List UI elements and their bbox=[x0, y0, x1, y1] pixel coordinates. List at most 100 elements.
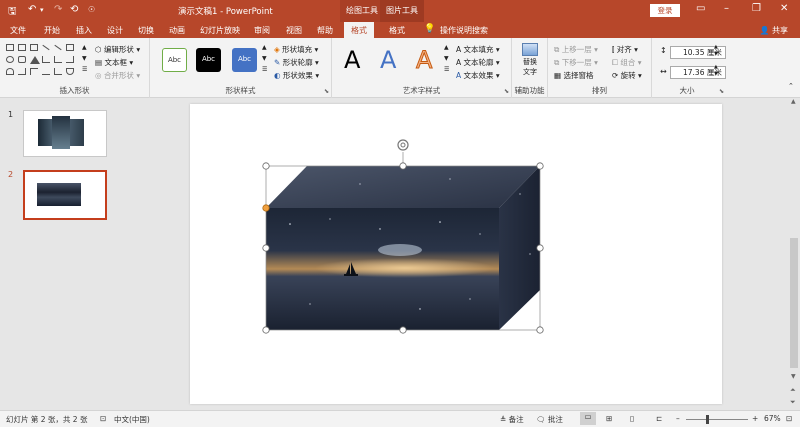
wordart-scroll-down-icon[interactable]: ▼ bbox=[444, 55, 449, 62]
gallery-scroll-down-icon[interactable]: ▼ bbox=[82, 55, 87, 62]
edit-shape-button[interactable]: ⬡ 编辑形状 ▾ bbox=[95, 44, 140, 55]
merge-shapes-button[interactable]: ◎ 合并形状 ▾ bbox=[95, 70, 140, 81]
shape-underline[interactable] bbox=[42, 68, 50, 75]
customize-qat-icon[interactable]: ☉ bbox=[88, 5, 95, 14]
adjust-handle[interactable] bbox=[262, 204, 270, 212]
shape-rectangle[interactable] bbox=[6, 44, 14, 51]
shape-rounded-rect[interactable] bbox=[18, 56, 26, 63]
shape-textbox[interactable] bbox=[18, 44, 26, 51]
vertical-scrollbar[interactable]: ▲ ▼ ⏶ ⏷ bbox=[788, 98, 800, 410]
tab-insert[interactable]: 插入 bbox=[76, 25, 92, 36]
shape-connector[interactable] bbox=[66, 56, 74, 63]
group-objects-button[interactable]: ⧠ 组合 ▾ bbox=[612, 57, 642, 68]
wordart-style-blue[interactable]: A bbox=[380, 46, 396, 74]
share-button[interactable]: 👤 共享 bbox=[759, 25, 788, 36]
text-fill-button[interactable]: A 文本填充 ▾ bbox=[456, 44, 500, 55]
align-button[interactable]: ⫿ 对齐 ▾ bbox=[612, 44, 638, 55]
shape-elbow2[interactable] bbox=[54, 68, 62, 75]
save-icon[interactable]: 🖫 bbox=[8, 4, 17, 21]
style-scroll-down-icon[interactable]: ▼ bbox=[262, 55, 267, 62]
slide-thumbnail-1[interactable] bbox=[23, 110, 107, 157]
tab-review[interactable]: 审阅 bbox=[254, 25, 270, 36]
tab-transitions[interactable]: 切换 bbox=[138, 25, 154, 36]
size-launcher-icon[interactable]: ⬊ bbox=[719, 88, 724, 95]
collapse-ribbon-icon[interactable]: ⌃ bbox=[788, 82, 794, 90]
send-backward-button[interactable]: ⧉ 下移一层 ▾ bbox=[554, 57, 598, 68]
tab-help[interactable]: 帮助 bbox=[317, 25, 333, 36]
shape-effects-button[interactable]: ◐ 形状效果 ▾ bbox=[274, 70, 319, 81]
width-up-icon[interactable]: ▲ bbox=[714, 64, 718, 70]
close-icon[interactable]: ✕ bbox=[780, 3, 788, 14]
zoom-slider-thumb[interactable] bbox=[706, 415, 709, 424]
tab-slideshow[interactable]: 幻灯片放映 bbox=[200, 25, 240, 36]
wordart-style-orange[interactable]: A bbox=[415, 46, 432, 75]
notes-button[interactable]: ≜ 备注 bbox=[500, 414, 524, 425]
gallery-scroll-up-icon[interactable]: ▲ bbox=[82, 44, 87, 51]
ribbon-display-icon[interactable]: ▭ bbox=[696, 3, 705, 14]
zoom-in-icon[interactable]: + bbox=[752, 414, 758, 423]
spellcheck-icon[interactable]: ⊡ bbox=[100, 414, 106, 423]
style-scroll-up-icon[interactable]: ▲ bbox=[262, 44, 267, 51]
login-button[interactable]: 登录 bbox=[650, 4, 680, 17]
height-down-icon[interactable]: ▼ bbox=[714, 51, 718, 57]
tab-drawing-format[interactable]: 格式 bbox=[344, 22, 374, 38]
tab-design[interactable]: 设计 bbox=[107, 25, 123, 36]
tab-animations[interactable]: 动画 bbox=[169, 25, 185, 36]
shape-square[interactable] bbox=[66, 44, 74, 51]
zoom-level[interactable]: 67% bbox=[764, 414, 781, 423]
shape-fill-button[interactable]: ◈ 形状填充 ▾ bbox=[274, 44, 318, 55]
shape-style-blue[interactable]: Abc bbox=[232, 48, 257, 72]
gallery-more-icon[interactable]: ☰ bbox=[82, 66, 87, 73]
selection-pane-button[interactable]: ▦ 选择窗格 bbox=[554, 70, 593, 81]
undo-icon[interactable]: ↶ bbox=[28, 4, 36, 15]
wordart-style-black[interactable]: A bbox=[344, 46, 360, 74]
undo-dropdown-icon[interactable]: ▾ bbox=[40, 6, 44, 14]
textbox-button[interactable]: ▤ 文本框 ▾ bbox=[95, 57, 133, 68]
shape-bracket[interactable] bbox=[18, 68, 26, 75]
zoom-out-icon[interactable]: – bbox=[676, 414, 680, 423]
slide-sorter-icon[interactable]: ⊞ bbox=[606, 414, 612, 423]
wordart-more-icon[interactable]: ☰ bbox=[444, 66, 449, 73]
shape-style-black[interactable]: Abc bbox=[196, 48, 221, 72]
shape-line[interactable] bbox=[42, 44, 50, 51]
language-indicator[interactable]: 中文(中国) bbox=[114, 414, 150, 425]
scroll-up-icon[interactable]: ▲ bbox=[791, 98, 796, 105]
shapes-gallery[interactable] bbox=[6, 44, 86, 80]
slideshow-icon[interactable]: ⊏ bbox=[656, 414, 662, 423]
tell-me-search[interactable]: 操作说明搜索 bbox=[440, 25, 488, 36]
shape-styles-launcher-icon[interactable]: ⬊ bbox=[324, 88, 329, 95]
tab-picture-format[interactable]: 格式 bbox=[389, 25, 405, 36]
shape-triangle[interactable] bbox=[30, 56, 40, 64]
shape-elbow[interactable] bbox=[42, 56, 50, 63]
shape-wave[interactable] bbox=[66, 68, 74, 75]
text-outline-button[interactable]: A 文本轮廓 ▾ bbox=[456, 57, 500, 68]
fit-slide-icon[interactable]: ⊡ bbox=[786, 414, 792, 423]
slideshow-start-icon[interactable]: ⟲ bbox=[70, 4, 78, 15]
shape-vtextbox[interactable] bbox=[30, 44, 38, 51]
shape-arrow[interactable] bbox=[54, 44, 62, 51]
tab-view[interactable]: 视图 bbox=[286, 25, 302, 36]
scroll-down-icon[interactable]: ▼ bbox=[791, 373, 796, 380]
redo-icon[interactable]: ↷ bbox=[54, 4, 62, 15]
width-down-icon[interactable]: ▼ bbox=[714, 71, 718, 77]
wordart-launcher-icon[interactable]: ⬊ bbox=[504, 88, 509, 95]
normal-view-icon[interactable]: ▭ bbox=[580, 412, 596, 425]
restore-icon[interactable]: ❐ bbox=[752, 3, 761, 14]
shape-outline-button[interactable]: ✎ 形状轮廓 ▾ bbox=[274, 57, 319, 68]
tab-file[interactable]: 文件 bbox=[10, 25, 26, 36]
shape-arrow-up[interactable] bbox=[6, 68, 14, 75]
shape-style-outline[interactable]: Abc bbox=[162, 48, 187, 72]
scrollbar-thumb[interactable] bbox=[790, 238, 798, 368]
style-more-icon[interactable]: ☰ bbox=[262, 66, 267, 73]
slide-canvas[interactable] bbox=[190, 104, 722, 404]
rotate-handle-icon[interactable] bbox=[397, 139, 409, 151]
minimize-icon[interactable]: – bbox=[724, 3, 729, 14]
tab-home[interactable]: 开始 bbox=[44, 25, 60, 36]
wordart-scroll-up-icon[interactable]: ▲ bbox=[444, 44, 449, 51]
zoom-slider[interactable] bbox=[686, 415, 748, 424]
shape-oval[interactable] bbox=[6, 56, 14, 63]
alt-text-button[interactable]: 替换 文字 bbox=[518, 43, 542, 79]
next-slide-icon[interactable]: ⏷ bbox=[790, 398, 796, 407]
comments-button[interactable]: 🗨 批注 bbox=[536, 414, 563, 425]
height-up-icon[interactable]: ▲ bbox=[714, 44, 718, 50]
